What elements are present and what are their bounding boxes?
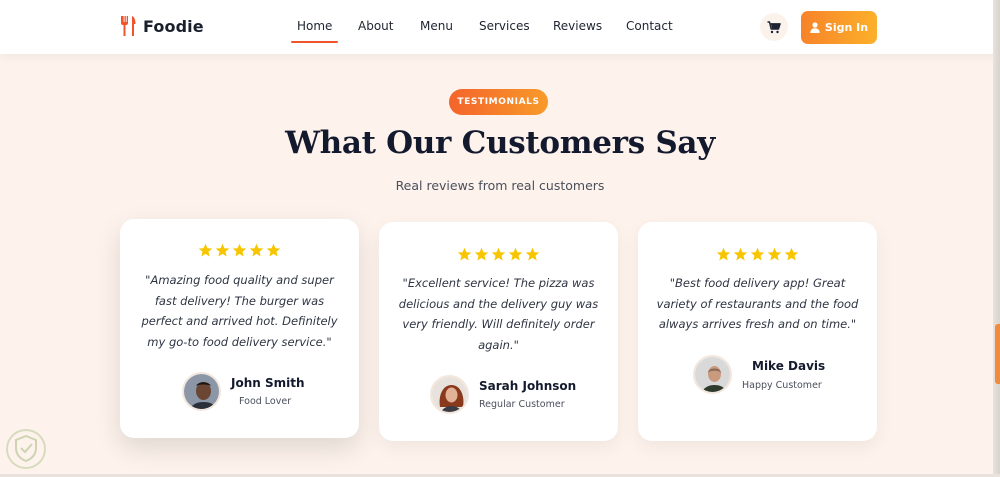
section-title: What Our Customers Say: [285, 125, 715, 161]
nav-link-about[interactable]: About: [358, 19, 393, 33]
star-icon: [198, 243, 213, 257]
navbar: Foodie Home About Menu Services Reviews …: [0, 0, 1000, 54]
author-name: Mike Davis: [752, 358, 826, 373]
star-rating: [120, 243, 359, 258]
star-icon: [249, 243, 264, 257]
star-icon: [525, 247, 540, 261]
nav-link-menu[interactable]: Menu: [420, 19, 453, 33]
star-icon: [733, 247, 748, 261]
star-icon: [491, 247, 506, 261]
testimonial-card: "Amazing food quality and super fast del…: [120, 219, 359, 438]
author-name: John Smith: [231, 376, 305, 390]
testimonial-quote: "Excellent service! The pizza was delici…: [398, 276, 599, 353]
author-role: Regular Customer: [479, 399, 565, 410]
user-icon: [810, 22, 820, 33]
star-icon: [457, 247, 472, 261]
testimonial-card: "Best food delivery app! Great variety o…: [638, 222, 877, 441]
star-icon: [232, 243, 247, 257]
sign-in-label: Sign In: [824, 21, 869, 34]
avatar: [430, 375, 469, 414]
utensils-icon: [121, 16, 136, 36]
scrollbar[interactable]: [993, 0, 1000, 477]
star-icon: [716, 247, 731, 261]
sign-in-button[interactable]: Sign In: [801, 11, 877, 44]
avatar: [182, 372, 221, 411]
author-role: Food Lover: [239, 396, 292, 407]
star-icon: [767, 247, 782, 261]
star-icon: [750, 247, 765, 261]
section-subtitle: Real reviews from real customers: [395, 178, 605, 193]
avatar: [693, 355, 732, 394]
star-rating: [379, 247, 618, 262]
star-icon: [215, 243, 230, 257]
cart-icon: [767, 20, 781, 33]
testimonial-author: Sarah Johnson Regular Customer: [430, 375, 576, 414]
star-icon: [474, 247, 489, 261]
shield-logo-icon: [6, 429, 46, 469]
nav-link-home[interactable]: Home: [290, 19, 339, 43]
star-icon: [266, 243, 281, 257]
star-icon: [784, 247, 799, 261]
section-badge: TESTIMONIALS: [449, 89, 548, 115]
star-icon: [508, 247, 523, 261]
scroll-indicator[interactable]: [995, 324, 1000, 384]
star-rating: [638, 247, 877, 262]
testimonial-quote: "Best food delivery app! Great variety o…: [656, 276, 859, 332]
nav-link-services[interactable]: Services: [479, 19, 530, 33]
author-name: Sarah Johnson: [479, 379, 577, 393]
testimonial-author: Mike Davis Happy Customer: [693, 355, 825, 394]
nav-link-contact[interactable]: Contact: [626, 19, 673, 33]
testimonial-author: John Smith Food Lover: [182, 372, 305, 411]
nav-link-reviews[interactable]: Reviews: [553, 19, 602, 33]
testimonial-card: "Excellent service! The pizza was delici…: [379, 222, 618, 441]
author-role: Happy Customer: [742, 379, 822, 391]
testimonial-quote: "Amazing food quality and super fast del…: [141, 273, 338, 350]
brand-logo[interactable]: Foodie: [119, 15, 204, 37]
brand-name: Foodie: [143, 16, 204, 36]
cart-button[interactable]: [760, 13, 788, 41]
